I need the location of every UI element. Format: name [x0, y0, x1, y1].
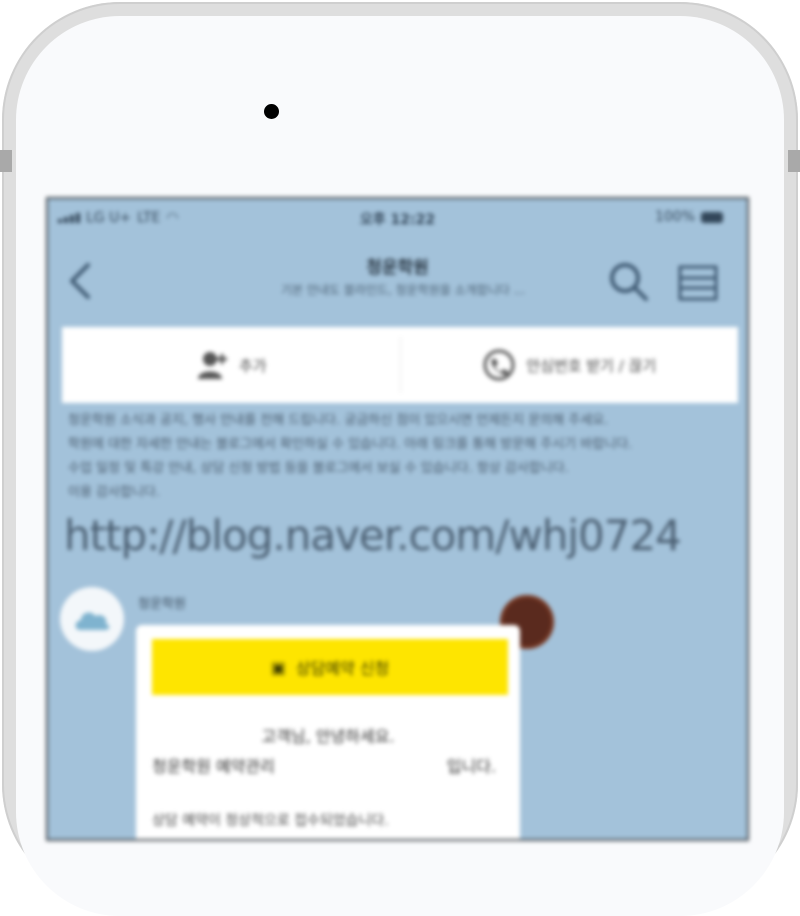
- notice-line: 청운학원 소식과 공지, 행사 안내를 전해 드립니다. 궁금하신 점이 있으시…: [68, 413, 609, 428]
- status-bar: LG U+ LTE ◠ 오후 12:22 100%: [48, 199, 747, 237]
- cloud-logo-icon: [75, 612, 110, 630]
- add-friend-icon: [197, 352, 227, 379]
- status-time: 오후 12:22: [359, 212, 436, 228]
- card-row-left: 청운학원 예약관리: [152, 757, 275, 776]
- notice-line: 이용 감사합니다.: [68, 485, 160, 500]
- card-row-right: 입니다.: [446, 757, 496, 776]
- message-card: ▣ 상담예약 신청 고객님, 안녕하세요. 청운학원 예약관리 입니다. 상담 …: [136, 625, 520, 839]
- sender-avatar[interactable]: [60, 587, 124, 651]
- notice-message: 청운학원 소식과 공지, 행사 안내를 전해 드립니다. 궁금하신 점이 있으시…: [68, 409, 718, 505]
- phone-side-button-right: [788, 150, 800, 172]
- search-icon[interactable]: [606, 259, 650, 303]
- menu-icon[interactable]: [676, 263, 720, 303]
- sender-name: 청운학원: [138, 597, 186, 612]
- card-greeting: 고객님, 안녕하세요.: [261, 727, 395, 746]
- card-row: 청운학원 예약관리 입니다.: [152, 753, 496, 777]
- notice-line: 수업 일정 및 특강 안내, 상담 신청 방법 등을 블로그에서 보실 수 있습…: [68, 461, 569, 476]
- safe-number-icon: [483, 349, 515, 381]
- phone-screen: LG U+ LTE ◠ 오후 12:22 100% 청운학원 기본 안내도 블라…: [46, 197, 749, 841]
- calendar-icon: ▣: [270, 657, 286, 677]
- reservation-button-label: 상담예약 신청: [295, 659, 390, 678]
- battery-icon: [701, 211, 723, 223]
- chat-header: 청운학원 기본 안내도 블라인드, 청운학원을 소개합니다 ...: [48, 239, 747, 319]
- phone-side-button-left: [0, 150, 12, 172]
- safe-number-label: 안심번호 받기 / 끊기: [526, 356, 657, 375]
- front-camera: [264, 104, 279, 119]
- add-friend-label: 추가: [238, 356, 267, 375]
- card-message-line: 상담 예약이 정상적으로 접수되었습니다.: [152, 813, 389, 829]
- reservation-button[interactable]: ▣ 상담예약 신청: [152, 639, 508, 695]
- chat-subtitle: 기본 안내도 블라인드, 청운학원을 소개합니다 ...: [280, 283, 526, 297]
- status-right: 100%: [655, 209, 723, 225]
- channel-action-bar: 추가 안심번호 받기 / 끊기: [62, 327, 738, 403]
- notice-line: 학원에 대한 자세한 안내는 블로그에서 확인하실 수 있습니다. 아래 링크를…: [68, 437, 633, 452]
- blog-link[interactable]: http://blog.naver.com/whj0724: [64, 511, 744, 560]
- add-friend-button[interactable]: 추가: [62, 327, 400, 403]
- safe-number-button[interactable]: 안심번호 받기 / 끊기: [401, 327, 739, 403]
- battery-label: 100%: [654, 209, 695, 225]
